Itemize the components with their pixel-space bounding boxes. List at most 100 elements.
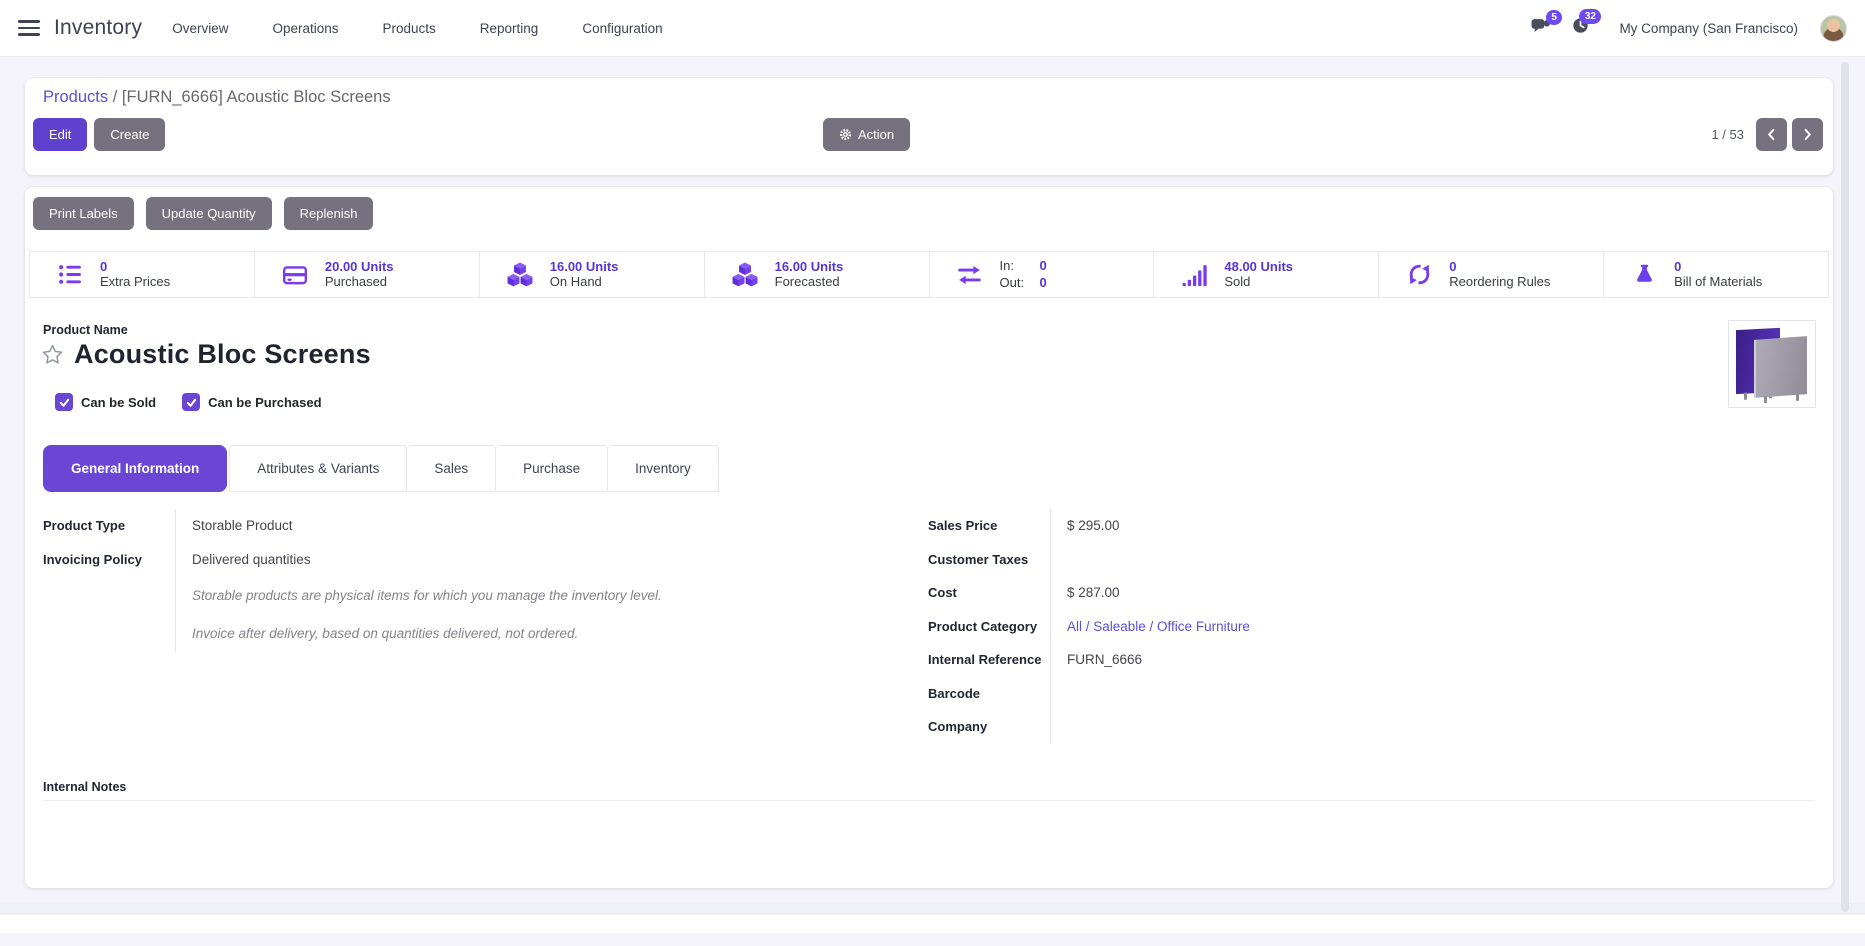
stat-value: 20.00 Units — [324, 258, 394, 274]
stat-reordering-rules[interactable]: 0 Reordering Rules — [1379, 252, 1605, 297]
internal-notes-section: Internal Notes — [43, 780, 1815, 801]
activities-count-badge: 32 — [1579, 9, 1602, 24]
update-quantity-button[interactable]: Update Quantity — [145, 197, 272, 230]
invoicing-policy-value: Delivered quantities — [175, 542, 773, 576]
tab-attributes-variants[interactable]: Attributes & Variants — [229, 445, 408, 492]
stat-label: Bill of Materials — [1674, 273, 1763, 289]
messages-button[interactable]: 5 — [1531, 10, 1563, 38]
tab-purchase[interactable]: Purchase — [496, 445, 609, 492]
breadcrumb: Products / [FURN_6666] Acoustic Bloc Scr… — [35, 86, 1823, 107]
internal-notes-divider — [43, 800, 1815, 801]
invoicing-policy-row: Invoicing Policy Delivered quantities — [43, 542, 773, 576]
tab-inventory[interactable]: Inventory — [608, 445, 719, 492]
product-category-value-link[interactable]: All / Saleable / Office Furniture — [1050, 609, 1568, 643]
gear-icon — [839, 128, 852, 141]
internal-reference-label: Internal Reference — [928, 652, 1042, 668]
product-category-row: Product Category All / Saleable / Office… — [928, 609, 1568, 643]
nav-item-overview[interactable]: Overview — [172, 21, 228, 36]
bar-chart-icon — [1180, 262, 1208, 287]
checkbox-checked-icon — [55, 393, 73, 411]
can-be-sold-checkbox[interactable]: Can be Sold — [55, 393, 156, 411]
pager: 1 / 53 — [1711, 118, 1823, 151]
customer-taxes-row: Customer Taxes — [928, 542, 1568, 576]
messages-count-badge: 5 — [1545, 10, 1563, 25]
product-type-value: Storable Product — [175, 509, 773, 543]
product-type-label: Product Type — [43, 518, 126, 534]
general-info-left-group: Product Type Storable Product Invoicing … — [43, 509, 773, 652]
nav-item-configuration[interactable]: Configuration — [582, 21, 662, 36]
sales-price-row: Sales Price $ 295.00 — [928, 509, 1568, 543]
company-label: Company — [928, 719, 988, 735]
list-icon — [56, 262, 84, 287]
chevron-right-icon — [1802, 128, 1813, 141]
pager-previous-button[interactable] — [1756, 118, 1787, 151]
barcode-label: Barcode — [928, 685, 981, 701]
stat-value: 0 — [1449, 258, 1457, 274]
print-labels-button[interactable]: Print Labels — [33, 197, 134, 230]
stat-purchased[interactable]: 20.00 Units Purchased — [255, 252, 480, 297]
stat-sold[interactable]: 48.00 Units Sold — [1154, 252, 1380, 297]
invoicing-help-note: Invoice after delivery, based on quantit… — [175, 614, 773, 652]
customer-taxes-value — [1050, 542, 1568, 576]
page-title: Acoustic Bloc Screens — [74, 339, 371, 369]
cost-label: Cost — [928, 585, 957, 601]
company-row: Company — [928, 710, 1568, 744]
help-note-row: Invoice after delivery, based on quantit… — [43, 614, 773, 652]
can-be-purchased-label: Can be Purchased — [208, 394, 322, 410]
nav-item-operations[interactable]: Operations — [272, 21, 338, 36]
in-label: In: — [999, 258, 1014, 274]
breadcrumb-products-link[interactable]: Products — [43, 88, 108, 106]
out-label: Out: — [999, 274, 1025, 290]
favorite-star-icon[interactable] — [41, 343, 64, 366]
tab-sales[interactable]: Sales — [407, 445, 497, 492]
company-value — [1050, 710, 1568, 744]
control-panel-buttons: Edit Create — [33, 118, 166, 151]
edit-button[interactable]: Edit — [33, 118, 88, 151]
general-info-right-group: Sales Price $ 295.00 Customer Taxes Cost… — [928, 509, 1568, 744]
navbar-menu: Overview Operations Products Reporting C… — [172, 21, 662, 36]
top-navbar: Inventory Overview Operations Products R… — [0, 0, 1865, 57]
cubes-icon — [731, 262, 759, 288]
stat-in-out[interactable]: In: 0 Out: 0 — [930, 252, 1155, 297]
internal-reference-value: FURN_6666 — [1050, 643, 1568, 677]
customer-taxes-label: Customer Taxes — [928, 551, 1029, 567]
stat-value: 48.00 Units — [1224, 258, 1294, 274]
can-be-purchased-checkbox[interactable]: Can be Purchased — [182, 393, 322, 411]
stat-bill-of-materials[interactable]: 0 Bill of Materials — [1604, 252, 1828, 297]
notebook-tabs: General Information Attributes & Variant… — [43, 445, 719, 492]
stat-value: 16.00 Units — [549, 258, 619, 274]
replenish-button[interactable]: Replenish — [283, 197, 374, 230]
nav-item-reporting[interactable]: Reporting — [480, 21, 539, 36]
company-switcher[interactable]: My Company (San Francisco) — [1619, 21, 1798, 36]
create-button[interactable]: Create — [94, 118, 166, 151]
action-button[interactable]: Action — [823, 118, 911, 151]
product-category-label: Product Category — [928, 618, 1038, 634]
nav-item-products[interactable]: Products — [383, 21, 436, 36]
breadcrumb-current: [FURN_6666] Acoustic Bloc Screens — [121, 88, 391, 106]
in-value: 0 — [1039, 258, 1047, 274]
pager-next-button[interactable] — [1792, 118, 1823, 151]
sales-price-value: $ 295.00 — [1050, 509, 1568, 543]
app-name[interactable]: Inventory — [54, 16, 142, 40]
barcode-row: Barcode — [928, 676, 1568, 710]
internal-notes-label: Internal Notes — [43, 780, 127, 794]
chatter-band — [0, 903, 1865, 915]
tab-general-information[interactable]: General Information — [43, 445, 228, 492]
stat-label: Sold — [1224, 273, 1251, 289]
invoicing-policy-label: Invoicing Policy — [43, 551, 142, 567]
user-avatar[interactable] — [1820, 14, 1847, 42]
credit-card-icon — [281, 262, 309, 288]
stat-label: On Hand — [549, 273, 602, 289]
product-image — [1728, 320, 1816, 408]
stat-forecasted[interactable]: 16.00 Units Forecasted — [705, 252, 930, 297]
stat-on-hand[interactable]: 16.00 Units On Hand — [480, 252, 705, 297]
stat-button-bar: 0 Extra Prices 20.00 Units Purchased 16.… — [29, 251, 1829, 298]
stat-extra-prices[interactable]: 0 Extra Prices — [30, 252, 255, 297]
cost-value: $ 287.00 — [1050, 576, 1568, 610]
vertical-scrollbar[interactable] — [1841, 62, 1849, 912]
help-note-row: Storable products are physical items for… — [43, 576, 773, 614]
stat-label: Forecasted — [774, 273, 840, 289]
activities-button[interactable]: 32 — [1572, 9, 1602, 39]
product-form-sheet: Print Labels Update Quantity Replenish 0… — [25, 187, 1833, 888]
hamburger-menu-icon[interactable] — [18, 20, 40, 36]
